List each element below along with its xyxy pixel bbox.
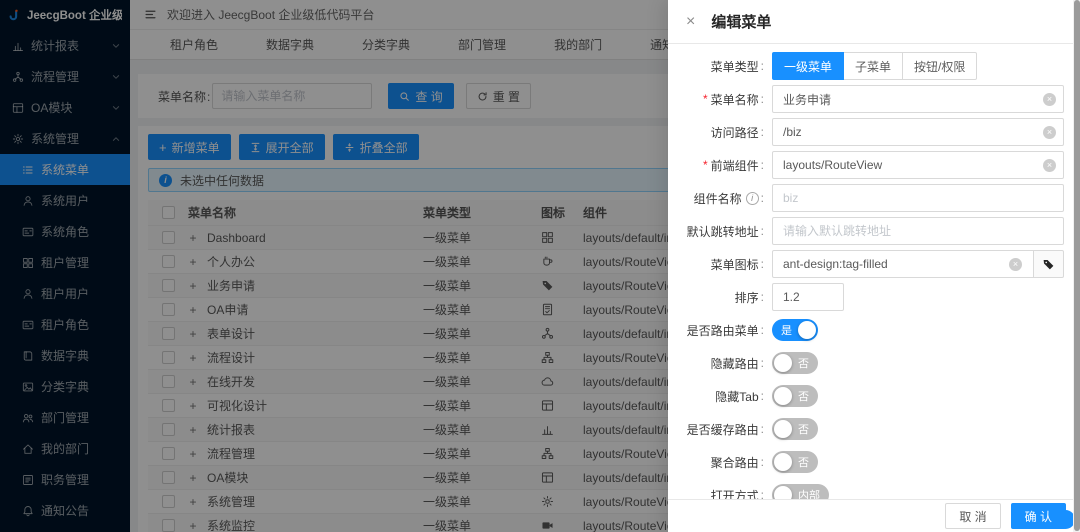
switch-label: 是否缓存路由 — [686, 422, 759, 437]
form-row-switch-1: 隐藏路由 否 — [678, 349, 1064, 377]
edit-menu-drawer: × 编辑菜单 菜单类型 一级菜单子菜单按钮/权限 *菜单名称 × 访问路径 × — [668, 0, 1080, 532]
switch-label: 打开方式 — [710, 488, 759, 500]
form-row-component-name: 组件名称 i — [678, 184, 1064, 212]
switch-state-text: 否 — [798, 424, 809, 436]
clear-icon[interactable]: × — [1043, 92, 1056, 106]
drawer-mask[interactable] — [0, 0, 668, 532]
component-input[interactable] — [772, 151, 1064, 179]
close-icon[interactable]: × — [686, 13, 695, 30]
clear-icon[interactable]: × — [1043, 158, 1056, 172]
info-icon: i — [745, 191, 759, 205]
component-name-label: 组件名称 — [693, 191, 742, 206]
drawer-footer: 取 消 确 认 — [668, 499, 1080, 532]
page-scrollbar[interactable] — [1073, 0, 1080, 532]
path-label: 访问路径 — [710, 125, 759, 140]
form-row-switch-5: 打开方式 内部 — [678, 481, 1064, 499]
form-row-sort: 排序 — [678, 283, 1064, 311]
toggle-switch-5[interactable]: 内部 — [772, 484, 829, 499]
tag-filled-icon — [1042, 258, 1055, 271]
required-asterisk: * — [702, 92, 708, 106]
menu-name-input[interactable] — [772, 85, 1064, 113]
icon-picker-button[interactable] — [1033, 250, 1064, 278]
form-row-switch-3: 是否缓存路由 否 — [678, 415, 1064, 443]
menu-icon-label: 菜单图标 — [710, 257, 759, 272]
switch-state-text: 是 — [781, 325, 792, 337]
form-row-menu-icon: 菜单图标 × — [678, 250, 1064, 278]
app-root: JeecgBoot 企业级... 统计报表流程管理OA模块系统管理系统菜单系统用… — [0, 0, 1080, 532]
form-row-switch-4: 聚合路由 否 — [678, 448, 1064, 476]
menu-type-option-1[interactable]: 子菜单 — [844, 52, 904, 80]
form-row-redirect: 默认跳转地址 — [678, 217, 1064, 245]
redirect-input[interactable] — [772, 217, 1064, 245]
switch-label: 是否路由菜单 — [686, 323, 759, 338]
clear-icon[interactable]: × — [1043, 125, 1056, 139]
form-row-switch-2: 隐藏Tab 否 — [678, 382, 1064, 410]
redirect-label: 默认跳转地址 — [686, 224, 759, 239]
switch-state-text: 内部 — [798, 490, 820, 499]
menu-name-label: 菜单名称 — [710, 92, 759, 107]
clear-icon[interactable]: × — [1009, 257, 1022, 271]
form-row-switch-0: 是否路由菜单 是 — [678, 316, 1064, 344]
switch-label: 隐藏路由 — [710, 356, 759, 371]
sort-label: 排序 — [734, 290, 759, 305]
form-row-menu-type: 菜单类型 一级菜单子菜单按钮/权限 — [678, 52, 1064, 80]
switch-label: 聚合路由 — [710, 455, 759, 470]
form-row-component: *前端组件 × — [678, 151, 1064, 179]
menu-type-option-0[interactable]: 一级菜单 — [772, 52, 845, 80]
scrollbar-thumb[interactable] — [1073, 0, 1080, 531]
switch-state-text: 否 — [798, 457, 809, 469]
sort-number-input[interactable] — [772, 283, 844, 311]
required-asterisk: * — [702, 158, 708, 172]
toggle-switch-0[interactable]: 是 — [772, 319, 818, 341]
toggle-switch-4[interactable]: 否 — [772, 451, 818, 473]
cancel-button[interactable]: 取 消 — [945, 503, 1001, 529]
component-label: 前端组件 — [710, 158, 759, 173]
switch-rows: 是否路由菜单是隐藏路由否隐藏Tab否是否缓存路由否聚合路由否打开方式内部 — [678, 316, 1064, 499]
menu-type-option-2[interactable]: 按钮/权限 — [903, 52, 978, 80]
toggle-switch-3[interactable]: 否 — [772, 418, 818, 440]
drawer-header: × 编辑菜单 — [668, 0, 1080, 44]
component-name-input[interactable] — [772, 184, 1064, 212]
menu-icon-input[interactable] — [772, 250, 1034, 278]
switch-state-text: 否 — [798, 358, 809, 370]
switch-label: 隐藏Tab — [715, 389, 759, 404]
drawer-title: 编辑菜单 — [711, 14, 772, 31]
path-input[interactable] — [772, 118, 1064, 146]
form-row-menu-name: *菜单名称 × — [678, 85, 1064, 113]
drawer-body: 菜单类型 一级菜单子菜单按钮/权限 *菜单名称 × 访问路径 × *前端组件 — [668, 44, 1080, 499]
menu-type-label: 菜单类型 — [710, 59, 759, 74]
switch-state-text: 否 — [798, 391, 809, 403]
toggle-switch-2[interactable]: 否 — [772, 385, 818, 407]
toggle-switch-1[interactable]: 否 — [772, 352, 818, 374]
menu-type-radio-group: 一级菜单 子菜单 按钮/权限 — [772, 52, 1064, 80]
form-row-path: 访问路径 × — [678, 118, 1064, 146]
